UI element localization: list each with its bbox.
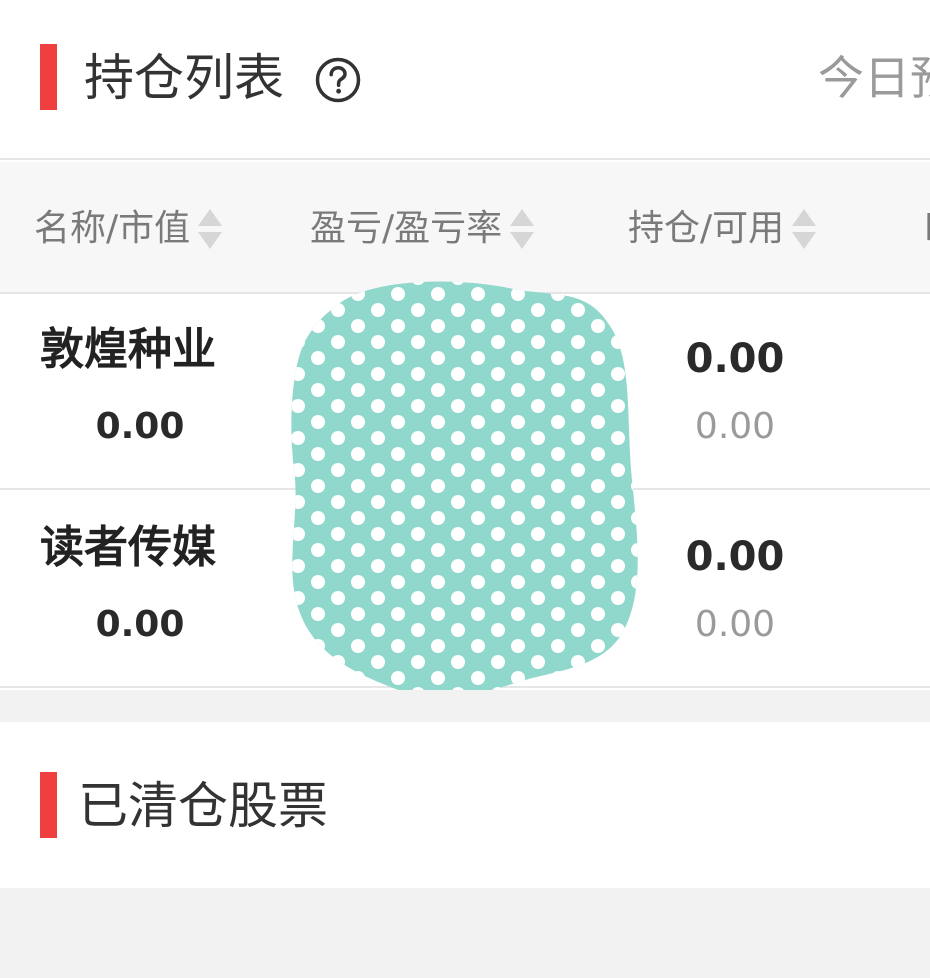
section-accent-bar bbox=[40, 772, 57, 838]
market-value: 0.00 bbox=[95, 406, 185, 447]
sort-updown-icon bbox=[510, 209, 535, 249]
redaction-overlay bbox=[291, 281, 638, 690]
position-quantity: 0.00 bbox=[685, 336, 785, 382]
column-pnl-rate[interactable]: 盈亏/盈亏率 bbox=[310, 206, 536, 252]
column-position-available[interactable]: 持仓/可用 bbox=[628, 206, 818, 252]
sort-updown-icon bbox=[198, 209, 223, 249]
holdings-title: 持仓列表 bbox=[84, 49, 284, 107]
section-accent-bar bbox=[40, 44, 57, 110]
holdings-panel: 持仓列表 今日预 名称/市值 盈亏/盈亏率 持仓/可用 bbox=[0, 0, 930, 690]
position-quantity: 0.00 bbox=[685, 534, 785, 580]
column-label: 盈亏/盈亏率 bbox=[310, 208, 503, 249]
column-name-market-value[interactable]: 名称/市值 bbox=[34, 206, 224, 252]
cleared-stocks-section[interactable]: 已清仓股票 bbox=[0, 722, 930, 888]
available-quantity: 0.00 bbox=[694, 406, 776, 447]
cleared-stocks-title: 已清仓股票 bbox=[78, 777, 328, 835]
stock-name: 读者传媒 bbox=[40, 522, 216, 573]
column-label: 名称/市值 bbox=[34, 208, 191, 249]
question-circle-icon[interactable] bbox=[314, 56, 362, 104]
today-link[interactable]: 今日预 bbox=[818, 50, 930, 106]
available-quantity: 0.00 bbox=[694, 604, 776, 645]
stock-name: 敦煌种业 bbox=[40, 324, 216, 375]
market-value: 0.00 bbox=[95, 604, 185, 645]
holdings-header: 持仓列表 今日预 bbox=[0, 0, 930, 160]
sort-updown-icon bbox=[792, 209, 817, 249]
column-label: 持仓/可用 bbox=[628, 208, 785, 249]
column-next-clipped: l bbox=[924, 208, 930, 249]
